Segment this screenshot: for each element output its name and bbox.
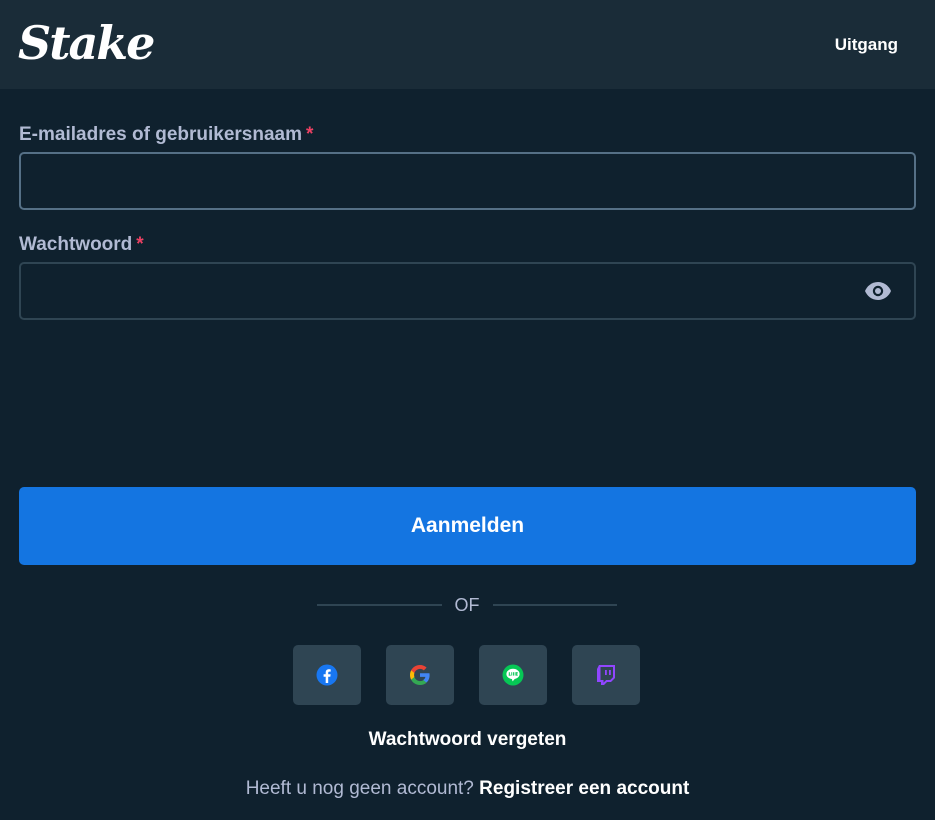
line-login-button[interactable] (479, 645, 547, 705)
facebook-login-button[interactable] (293, 645, 361, 705)
divider-text: OF (454, 594, 480, 615)
line-icon (502, 664, 524, 686)
forgot-password-link[interactable]: Wachtwoord vergeten (0, 729, 935, 751)
register-prompt-line: Heeft u nog geen account? Registreer een… (0, 778, 935, 800)
email-label: E-mailadres of gebruikersnaam * (19, 124, 313, 146)
or-divider: OF (317, 594, 617, 616)
required-marker: * (306, 124, 314, 145)
social-login-row (293, 645, 640, 705)
password-field[interactable] (21, 264, 914, 318)
required-marker: * (136, 234, 144, 255)
facebook-icon (316, 664, 338, 686)
twitch-login-button[interactable] (572, 645, 640, 705)
email-label-text: E-mailadres of gebruikersnaam (19, 124, 302, 145)
google-login-button[interactable] (386, 645, 454, 705)
register-prompt-text: Heeft u nog geen account? (245, 778, 474, 799)
password-label: Wachtwoord * (19, 234, 144, 256)
login-button[interactable]: Aanmelden (19, 487, 916, 565)
email-field-wrapper (19, 152, 916, 210)
top-bar: Stake Uitgang (0, 0, 935, 89)
divider-line (317, 604, 442, 606)
register-link[interactable]: Registreer een account (479, 778, 689, 799)
stake-logo[interactable]: Stake (18, 16, 155, 70)
email-field[interactable] (21, 154, 914, 208)
password-label-text: Wachtwoord (19, 234, 133, 255)
eye-icon[interactable] (864, 279, 892, 303)
twitch-icon (597, 665, 615, 685)
exit-button[interactable]: Uitgang (835, 35, 898, 55)
divider-line (492, 604, 617, 606)
google-icon (410, 665, 430, 685)
password-field-wrapper (19, 262, 916, 320)
